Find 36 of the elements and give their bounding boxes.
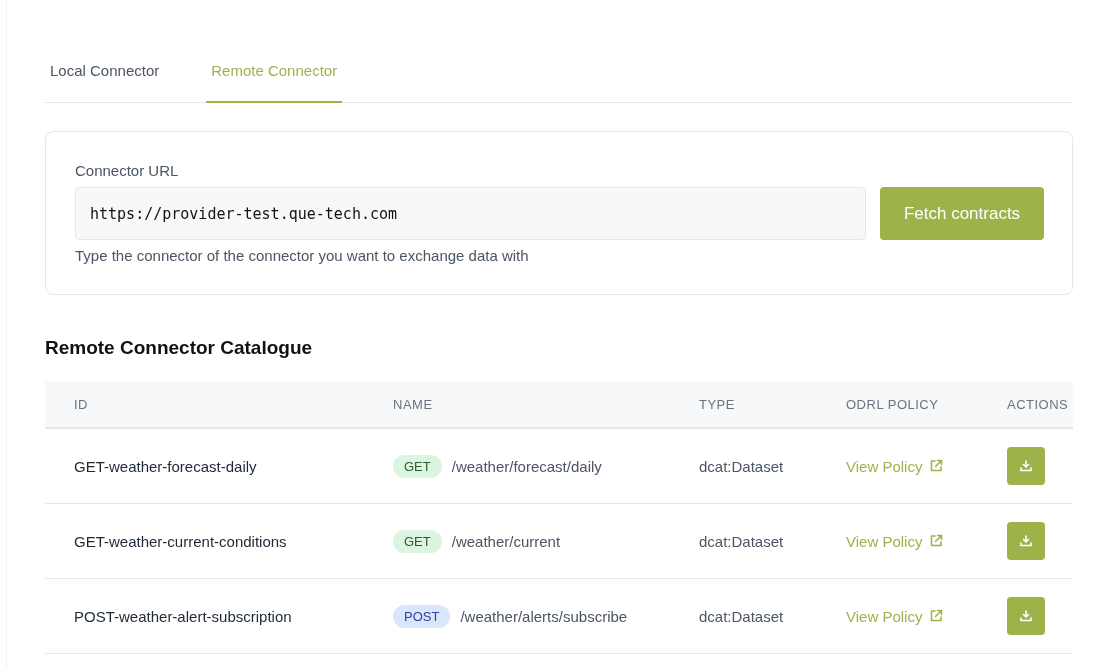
- download-button[interactable]: [1007, 522, 1045, 560]
- table-cell-text: dcat:Dataset: [698, 457, 785, 475]
- column-header: ODRL POLICY: [845, 396, 940, 412]
- table-cell: /weather/forecast/daily: [451, 457, 602, 475]
- table-cell-text: GET-weather-current-conditions: [73, 532, 288, 550]
- external-link-icon: [928, 458, 945, 474]
- download-icon: [1018, 608, 1034, 624]
- field-label: Connector URL: [75, 162, 180, 179]
- url-field[interactable]: https://provider-test.que-tech.com: [75, 187, 866, 240]
- field-hint: Type the connector of the connector you want to exchange data with: [75, 247, 530, 264]
- policy-link[interactable]: View Policy: [846, 607, 923, 625]
- tab[interactable]: Local Connector: [45, 48, 197, 103]
- column-header: NAME: [392, 396, 434, 412]
- download-icon: [1018, 533, 1034, 549]
- policy-link[interactable]: View Policy: [846, 457, 923, 475]
- table-cell: /weather/current: [451, 532, 561, 550]
- column-header: TYPE: [698, 396, 736, 412]
- table-cell-text: POST-weather-alert-subscription: [73, 607, 293, 625]
- external-link-icon: [928, 608, 945, 624]
- tab[interactable]: Remote Connector: [206, 48, 343, 103]
- method-badge: POST: [393, 604, 451, 628]
- method-badge: GET: [393, 529, 442, 553]
- download-button[interactable]: [1007, 597, 1045, 635]
- column-header: ID: [73, 396, 89, 412]
- external-link-icon: [928, 533, 945, 549]
- policy-link[interactable]: View Policy: [846, 532, 923, 550]
- column-header: ACTIONS: [1006, 396, 1070, 412]
- section-title: Remote Connector Catalogue: [45, 337, 314, 359]
- download-button[interactable]: [1007, 447, 1045, 485]
- table-cell-text: GET-weather-forecast-daily: [73, 457, 258, 475]
- table-cell: /weather/alerts/subscribe: [460, 607, 628, 625]
- table-cell-text: dcat:Dataset: [698, 532, 785, 550]
- fetch-button[interactable]: Fetch contracts: [880, 187, 1044, 240]
- download-icon: [1018, 458, 1034, 474]
- method-badge: GET: [393, 454, 442, 478]
- table-cell-text: dcat:Dataset: [698, 607, 785, 625]
